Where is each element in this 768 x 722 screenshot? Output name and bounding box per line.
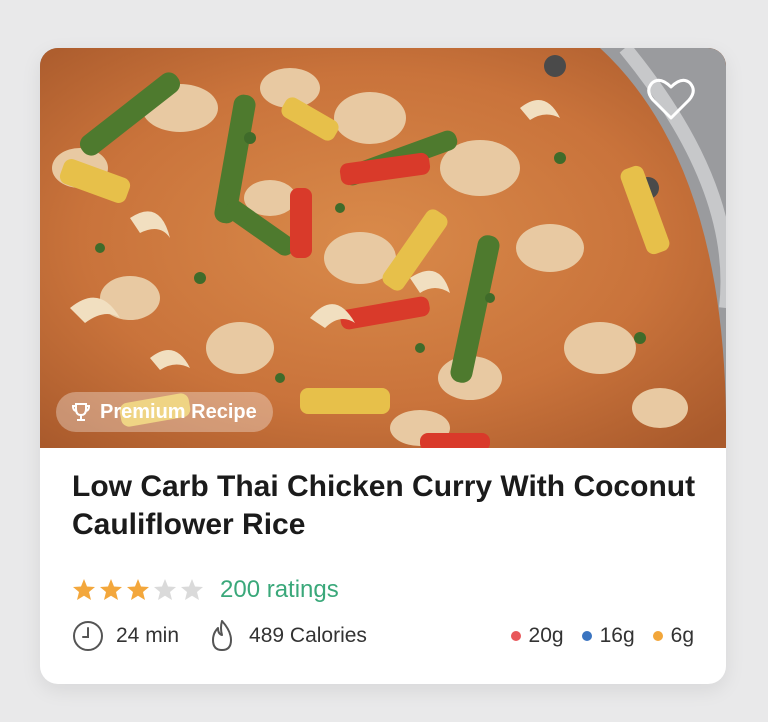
flame-icon — [212, 620, 233, 651]
macro-carbs-dot — [510, 631, 521, 641]
rating-row: 200 ratings — [72, 576, 339, 604]
star-filled-icon — [100, 579, 122, 600]
stars-graphic — [73, 579, 203, 600]
heart-icon — [647, 78, 695, 120]
cook-time: 24 min — [72, 620, 179, 652]
premium-badge: Premium Recipe — [56, 392, 273, 432]
recipe-title[interactable]: Low Carb Thai Chicken Curry With Coconut… — [72, 468, 702, 544]
macro-fat: 6g — [652, 624, 694, 648]
recipe-meta: 24 min 489 Calories 20g 16g 6g — [72, 618, 694, 654]
ratings-count-link[interactable]: 200 ratings — [220, 576, 339, 604]
macro-protein-value: 16g — [599, 624, 635, 647]
star-empty-icon — [154, 579, 176, 600]
macros: 20g 16g 6g — [510, 624, 694, 648]
macro-carbs-value: 20g — [528, 624, 564, 647]
curry-photo — [40, 48, 726, 448]
macro-fat-dot — [652, 631, 663, 641]
calories: 489 Calories — [207, 619, 367, 653]
calories-text: 489 Calories — [249, 624, 367, 647]
macro-fat-value: 6g — [670, 624, 694, 647]
macro-carbs: 20g — [510, 624, 564, 648]
premium-label: Premium Recipe — [100, 400, 257, 423]
star-filled-icon — [127, 579, 149, 600]
recipe-image[interactable]: Premium Recipe — [40, 48, 726, 448]
star-filled-icon — [73, 579, 95, 600]
macro-protein-dot — [581, 631, 592, 641]
recipe-card[interactable]: Premium Recipe Low Carb Thai Chicken Cur… — [40, 48, 726, 684]
star-empty-icon — [181, 579, 203, 600]
clock-icon — [73, 621, 103, 651]
macro-protein: 16g — [581, 624, 635, 648]
trophy-icon — [71, 403, 91, 421]
star-rating[interactable] — [72, 578, 204, 602]
favorite-button[interactable] — [646, 76, 696, 122]
cook-time-text: 24 min — [116, 624, 180, 647]
